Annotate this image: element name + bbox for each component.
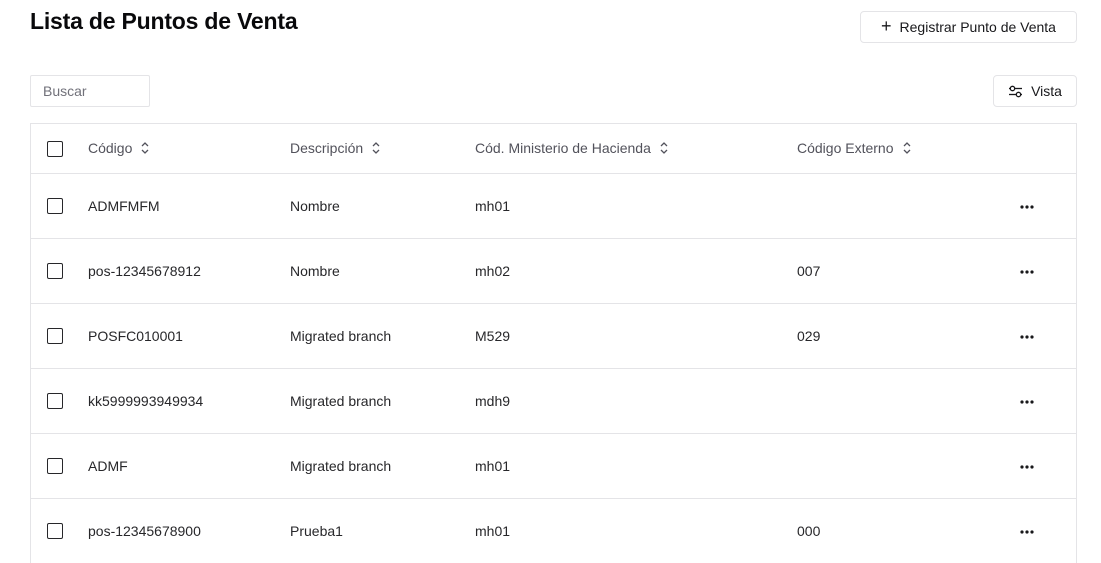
more-actions-icon[interactable] xyxy=(1020,530,1034,534)
sort-icon xyxy=(141,142,149,155)
cell-code: POSFC010001 xyxy=(88,327,183,344)
row-checkbox[interactable] xyxy=(47,328,63,345)
column-header-code[interactable]: Código xyxy=(88,140,150,156)
more-actions-icon[interactable] xyxy=(1020,205,1034,209)
view-button[interactable]: Vista xyxy=(993,75,1077,107)
more-actions-icon[interactable] xyxy=(1020,270,1034,274)
cell-mh-code: mh02 xyxy=(475,262,511,279)
cell-description: Migrated branch xyxy=(290,392,392,409)
cell-mh-code: mh01 xyxy=(475,457,511,474)
cell-mh-code: mh01 xyxy=(475,197,511,214)
search-input[interactable] xyxy=(30,75,150,107)
column-label: Código xyxy=(88,140,133,157)
cell-description: Migrated branch xyxy=(290,457,392,474)
sort-icon xyxy=(660,142,668,155)
cell-mh-code: mh01 xyxy=(475,522,511,539)
sort-icon xyxy=(903,142,910,155)
more-actions-icon[interactable] xyxy=(1020,400,1034,404)
table-row[interactable]: pos-12345678900 Prueba1 mh01 000 xyxy=(31,498,1076,563)
row-checkbox[interactable] xyxy=(47,458,63,475)
table-row[interactable]: kk5999993949934 Migrated branch mdh9 xyxy=(31,368,1076,433)
points-of-sale-table: Código Descripción Cód. Ministerio de Ha… xyxy=(30,123,1077,563)
cell-description: Prueba1 xyxy=(290,522,343,539)
plus-icon: + xyxy=(881,16,892,36)
table-row[interactable]: pos-12345678912 Nombre mh02 007 xyxy=(31,238,1076,303)
cell-code: kk5999993949934 xyxy=(88,392,204,409)
column-label: Código Externo xyxy=(797,140,894,157)
column-label: Cód. Ministerio de Hacienda xyxy=(475,140,651,157)
table-row[interactable]: ADMF Migrated branch mh01 xyxy=(31,433,1076,498)
register-pos-button[interactable]: + Registrar Punto de Venta xyxy=(860,11,1077,43)
more-actions-icon[interactable] xyxy=(1020,465,1034,469)
cell-description: Migrated branch xyxy=(290,327,392,344)
row-checkbox[interactable] xyxy=(47,263,63,280)
cell-external-code: 000 xyxy=(797,522,821,539)
cell-description: Nombre xyxy=(290,197,340,214)
cell-external-code xyxy=(797,368,997,433)
table-row[interactable]: POSFC010001 Migrated branch M529 029 xyxy=(31,303,1076,368)
row-checkbox[interactable] xyxy=(47,198,63,215)
cell-external-code xyxy=(797,433,997,498)
column-header-mh-code[interactable]: Cód. Ministerio de Hacienda xyxy=(475,140,669,156)
cell-external-code: 029 xyxy=(797,327,821,344)
more-actions-icon[interactable] xyxy=(1020,335,1034,339)
column-header-external-code[interactable]: Código Externo xyxy=(797,140,912,156)
register-pos-label: Registrar Punto de Venta xyxy=(899,19,1056,35)
cell-mh-code: M529 xyxy=(475,327,511,344)
table-row[interactable]: ADMFMFM Nombre mh01 xyxy=(31,173,1076,238)
page-title: Lista de Puntos de Venta xyxy=(30,8,298,34)
column-header-description[interactable]: Descripción xyxy=(290,140,381,156)
cell-code: ADMF xyxy=(88,457,128,474)
cell-description: Nombre xyxy=(290,262,340,279)
cell-external-code xyxy=(797,173,997,238)
cell-code: pos-12345678912 xyxy=(88,262,201,279)
cell-mh-code: mdh9 xyxy=(475,392,511,409)
row-checkbox[interactable] xyxy=(47,393,63,410)
select-all-checkbox[interactable] xyxy=(47,140,63,157)
row-checkbox[interactable] xyxy=(47,523,63,540)
cell-external-code: 007 xyxy=(797,262,821,279)
table-header-row: Código Descripción Cód. Ministerio de Ha… xyxy=(31,124,1076,173)
cell-code: ADMFMFM xyxy=(88,197,160,214)
sliders-icon xyxy=(1009,85,1023,97)
view-label: Vista xyxy=(1031,83,1062,99)
column-label: Descripción xyxy=(290,140,364,157)
sort-icon xyxy=(372,142,380,155)
cell-code: pos-12345678900 xyxy=(88,522,201,539)
